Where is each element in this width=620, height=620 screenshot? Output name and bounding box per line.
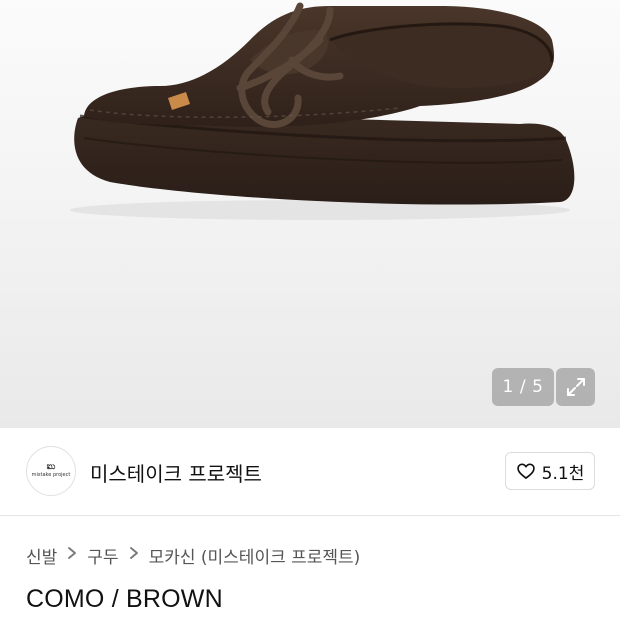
breadcrumb: 신발 구두 모카신 (미스테이크 프로젝트)	[26, 543, 361, 568]
like-count: 5.1천	[541, 463, 585, 484]
heart-icon	[516, 463, 535, 479]
chevron-right-icon	[129, 546, 139, 564]
product-title: COMO / BROWN	[26, 585, 223, 613]
like-button[interactable]: 5.1천	[505, 452, 595, 490]
product-image-gallery[interactable]: 1 / 5	[0, 0, 620, 428]
counter-current: 1	[502, 377, 514, 397]
chevron-right-icon	[67, 546, 77, 564]
brand-logo-mark: ಐು	[46, 462, 56, 472]
product-image	[70, 2, 575, 220]
breadcrumb-item-dress-shoes[interactable]: 구두	[87, 543, 118, 568]
brand-row: ಐು mistake project 미스테이크 프로젝트 5.1천	[0, 428, 620, 516]
breadcrumb-item-moccasin[interactable]: 모카신 (미스테이크 프로젝트)	[149, 543, 361, 568]
brand-name-link[interactable]: 미스테이크 프로젝트	[90, 458, 262, 487]
expand-icon	[566, 378, 585, 396]
brand-logo-subtext: mistake project	[31, 472, 71, 478]
counter-total: 5	[532, 377, 544, 397]
expand-button[interactable]	[556, 368, 595, 406]
brand-logo[interactable]: ಐು mistake project	[26, 446, 76, 496]
breadcrumb-item-shoes[interactable]: 신발	[26, 543, 57, 568]
counter-separator: /	[519, 377, 527, 397]
image-counter: 1 / 5	[492, 368, 554, 406]
